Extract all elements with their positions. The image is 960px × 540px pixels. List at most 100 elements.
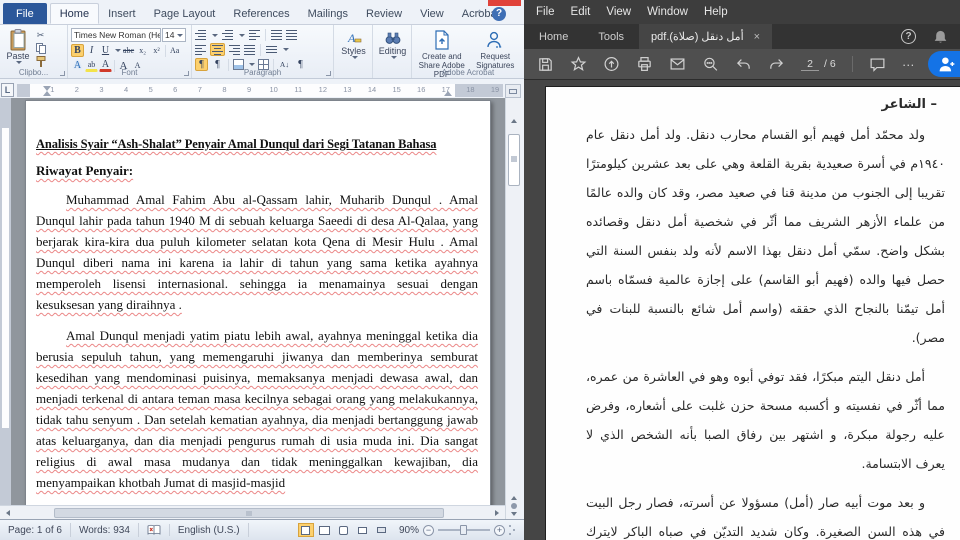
pdf-page[interactable]: – الشاعر ولد محمّد أمل فهيم أبو القسام م… <box>545 86 960 540</box>
close-tab-icon[interactable]: × <box>754 31 760 43</box>
bullets-icon[interactable] <box>195 30 206 40</box>
page-number-input[interactable] <box>801 57 819 71</box>
more-tools-icon[interactable]: … <box>902 55 916 68</box>
web-layout-view-button[interactable] <box>336 523 352 537</box>
star-icon[interactable] <box>570 56 587 73</box>
acrobat-help-icon[interactable]: ? <box>901 29 916 44</box>
paste-button[interactable]: Paste <box>3 28 33 66</box>
hanging-indent-marker[interactable] <box>43 91 51 96</box>
tab-mailings[interactable]: Mailings <box>299 3 357 24</box>
font-size-select[interactable]: 14 <box>162 28 186 42</box>
zoom-level[interactable]: 90% <box>399 525 419 536</box>
menu-file[interactable]: File <box>528 6 563 18</box>
cut-button[interactable]: ✂ <box>33 30 48 41</box>
tab-references[interactable]: References <box>224 3 298 24</box>
menu-window[interactable]: Window <box>639 6 696 18</box>
decrease-indent-icon[interactable] <box>271 30 282 40</box>
word-horizontal-scrollbar[interactable] <box>0 505 505 519</box>
word-count-indicator[interactable]: Words: 934 <box>71 523 139 537</box>
search-icon[interactable] <box>702 56 719 73</box>
zoom-slider-thumb[interactable] <box>460 525 467 535</box>
horizontal-scroll-thumb[interactable] <box>54 507 444 518</box>
notifications-bell-icon[interactable] <box>933 29 948 45</box>
print-layout-view-button[interactable] <box>297 523 314 537</box>
subscript-button[interactable]: x₂ <box>136 44 149 57</box>
zoom-in-button[interactable]: + <box>494 524 505 536</box>
language-indicator[interactable]: English (U.S.) <box>170 523 249 537</box>
document-tab[interactable]: أمل دنقل (صلاة).pdf × <box>639 24 773 49</box>
italic-button[interactable]: I <box>85 44 98 57</box>
tab-page-layout[interactable]: Page Layout <box>145 3 225 24</box>
horizontal-ruler[interactable]: 1 2 3 4 5 6 7 8 9 10 11 12 13 14 15 16 17 18 19 <box>17 84 503 97</box>
create-share-pdf-button[interactable]: Create and Share Adobe PDF <box>415 28 469 79</box>
justify-icon[interactable] <box>244 44 255 55</box>
font-dialog-launcher[interactable] <box>184 71 189 76</box>
fullscreen-reading-view-button[interactable] <box>317 523 333 537</box>
menu-help[interactable]: Help <box>696 6 736 18</box>
font-name-select[interactable]: Times New Roman (Heac <box>71 28 161 42</box>
redo-icon[interactable] <box>768 56 785 73</box>
window-resize-grip[interactable] <box>508 524 516 536</box>
menu-edit[interactable]: Edit <box>563 6 599 18</box>
request-signatures-button[interactable]: Request Signatures <box>469 28 523 70</box>
numbering-icon[interactable] <box>222 30 233 40</box>
print-icon[interactable] <box>636 56 653 73</box>
word-help-icon[interactable]: ? <box>492 7 506 21</box>
scroll-right-button[interactable] <box>491 509 503 516</box>
format-painter-button[interactable] <box>33 56 48 67</box>
collapse-ribbon-icon[interactable]: ^ <box>473 9 486 20</box>
page-count-indicator[interactable]: Page: 1 of 6 <box>0 523 71 537</box>
proofing-status[interactable] <box>139 524 170 536</box>
clipboard-dialog-launcher[interactable] <box>60 71 65 76</box>
word-close-button[interactable] <box>488 0 521 6</box>
tab-insert[interactable]: Insert <box>99 3 145 24</box>
bold-button[interactable]: B <box>71 44 84 57</box>
multilevel-list-icon[interactable] <box>249 30 260 40</box>
editing-button[interactable]: Editing <box>376 28 409 59</box>
align-center-button[interactable] <box>210 43 225 56</box>
right-indent-marker[interactable] <box>444 91 452 96</box>
pdf-document-area[interactable]: – الشاعر ولد محمّد أمل فهيم أبو القسام م… <box>524 80 960 540</box>
undo-icon[interactable] <box>735 56 752 73</box>
copy-button[interactable] <box>33 43 48 54</box>
word-vertical-scrollbar[interactable] <box>505 98 521 519</box>
scroll-up-button[interactable] <box>506 114 521 127</box>
underline-button[interactable]: U <box>99 44 112 57</box>
vertical-scroll-thumb[interactable] <box>508 134 520 186</box>
vertical-ruler[interactable] <box>0 98 11 505</box>
next-page-icon[interactable] <box>510 512 517 516</box>
menu-view[interactable]: View <box>598 6 639 18</box>
line-spacing-icon[interactable] <box>266 46 277 53</box>
tab-file[interactable]: File <box>3 3 47 24</box>
tab-stop-selector[interactable]: L <box>1 83 14 97</box>
align-left-icon[interactable] <box>195 44 206 55</box>
comment-icon[interactable] <box>869 56 886 73</box>
email-icon[interactable] <box>669 56 686 73</box>
underline-dropdown-icon <box>115 49 121 52</box>
tab-home[interactable]: Home <box>49 3 100 24</box>
select-browse-object-icon[interactable] <box>510 503 517 509</box>
word-page[interactable]: Analisis Syair “Ash-Shalat” Penyair Amal… <box>25 100 491 505</box>
share-upload-icon[interactable] <box>603 56 620 73</box>
paragraph-dialog-launcher[interactable] <box>326 71 331 76</box>
tab-review[interactable]: Review <box>357 3 411 24</box>
zoom-slider[interactable] <box>438 525 490 535</box>
ruler-toggle-button[interactable] <box>505 84 521 98</box>
superscript-button[interactable]: x² <box>150 44 163 57</box>
change-case-button[interactable]: Aa <box>168 44 181 57</box>
outline-view-button[interactable] <box>355 523 371 537</box>
share-with-others-button[interactable] <box>928 51 960 77</box>
zoom-out-button[interactable]: − <box>423 524 434 536</box>
previous-page-icon[interactable] <box>510 496 517 500</box>
scroll-left-button[interactable] <box>2 509 14 516</box>
tab-acrobat-home[interactable]: Home <box>524 24 583 49</box>
tab-view[interactable]: View <box>411 3 453 24</box>
horizontal-scroll-track[interactable] <box>14 507 491 518</box>
draft-view-button[interactable] <box>374 523 390 537</box>
increase-indent-icon[interactable] <box>286 30 297 40</box>
align-right-icon[interactable] <box>229 44 240 55</box>
styles-button[interactable]: A Styles <box>337 28 370 59</box>
strikethrough-button[interactable]: abc <box>122 44 135 57</box>
save-icon[interactable] <box>537 56 554 73</box>
tab-acrobat-tools[interactable]: Tools <box>583 24 639 49</box>
